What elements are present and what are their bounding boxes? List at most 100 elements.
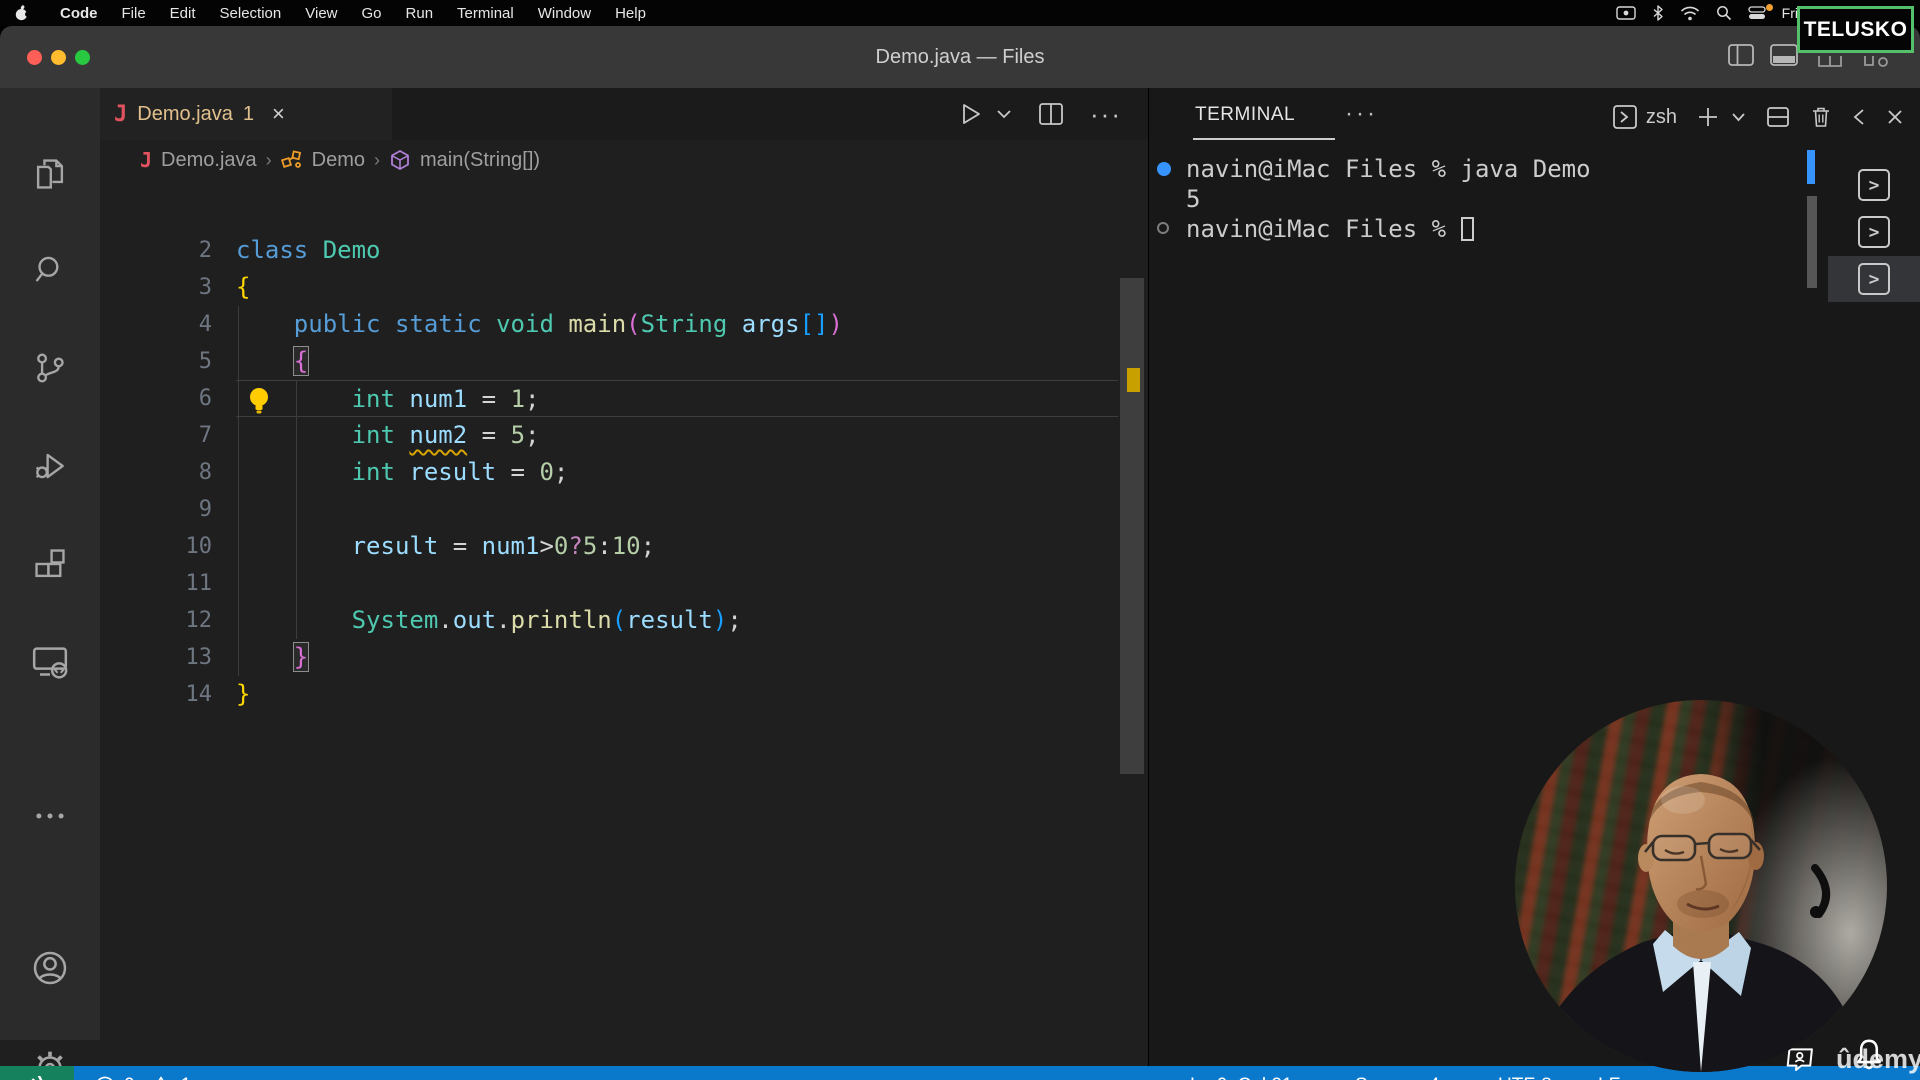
menu-item-help[interactable]: Help bbox=[603, 5, 658, 22]
line-number[interactable]: 6 bbox=[100, 380, 212, 417]
bluetooth-icon[interactable] bbox=[1652, 5, 1664, 21]
menu-item-run[interactable]: Run bbox=[394, 5, 446, 22]
code-line-9[interactable] bbox=[236, 491, 1118, 528]
menu-item-selection[interactable]: Selection bbox=[208, 5, 294, 22]
toggle-panel-icon[interactable] bbox=[1769, 43, 1799, 67]
editor-more-actions-icon[interactable]: ··· bbox=[1090, 99, 1122, 130]
lightbulb-icon[interactable] bbox=[246, 386, 272, 421]
code-lines[interactable]: class Demo{ public static void main(Stri… bbox=[236, 232, 1118, 713]
split-terminal-icon[interactable] bbox=[1766, 105, 1790, 129]
customize-layout-icon[interactable] bbox=[1817, 56, 1843, 68]
editor-scrollbar[interactable] bbox=[1120, 278, 1144, 774]
tab-close-icon[interactable]: × bbox=[272, 101, 285, 127]
menu-item-edit[interactable]: Edit bbox=[158, 5, 208, 22]
problems-status[interactable]: 0 1 bbox=[94, 1066, 191, 1080]
breadcrumb-class[interactable]: Demo bbox=[312, 149, 365, 172]
line-number[interactable]: 14 bbox=[100, 676, 213, 713]
terminal-line-1[interactable]: navin@iMac Files % java Demo bbox=[1149, 154, 1820, 184]
kill-terminal-trash-icon[interactable] bbox=[1810, 105, 1832, 129]
code-line-3[interactable]: { bbox=[236, 269, 1118, 306]
terminal-lines[interactable]: navin@iMac Files % java Demo 5 navin@iMac … bbox=[1149, 154, 1820, 244]
breadcrumb-file[interactable]: Demo.java bbox=[161, 149, 257, 172]
breadcrumb-method[interactable]: main(String[]) bbox=[420, 149, 540, 172]
code-line-6[interactable]: int num1 = 1; bbox=[236, 380, 1118, 417]
titlebar[interactable]: Demo.java — Files bbox=[0, 26, 1920, 88]
extensions-icon[interactable] bbox=[26, 540, 74, 588]
terminal-dropdown-chevron-icon[interactable] bbox=[1731, 112, 1746, 122]
code-line-2[interactable]: class Demo bbox=[236, 232, 1118, 269]
search-icon[interactable] bbox=[1716, 5, 1732, 21]
class-symbol-icon bbox=[280, 150, 301, 169]
menu-items: Code File Edit Selection View Go Run Terminal Wi… bbox=[48, 5, 658, 22]
close-panel-icon[interactable] bbox=[1886, 108, 1904, 126]
terminal-title[interactable]: TERMINAL bbox=[1195, 104, 1295, 126]
line-number[interactable]: 12 bbox=[100, 602, 213, 639]
code-line-8[interactable]: int result = 0; bbox=[236, 454, 1118, 491]
line-number[interactable]: 13 bbox=[100, 639, 213, 676]
line-number[interactable]: 7 bbox=[100, 417, 212, 454]
code-line-12[interactable]: System.out.println(result); bbox=[236, 602, 1118, 639]
menu-item-go[interactable]: Go bbox=[350, 5, 394, 22]
more-actions-icon[interactable] bbox=[26, 792, 74, 840]
run-and-debug-icon[interactable] bbox=[26, 442, 74, 490]
control-center-icon[interactable] bbox=[1748, 6, 1766, 20]
run-button[interactable] bbox=[960, 102, 982, 126]
run-dropdown-chevron-icon[interactable] bbox=[996, 109, 1012, 119]
explorer-icon[interactable] bbox=[26, 150, 74, 198]
line-number[interactable]: 10 bbox=[100, 528, 213, 565]
menu-item-window[interactable]: Window bbox=[526, 5, 603, 22]
screen-mirroring-icon[interactable] bbox=[1615, 6, 1636, 20]
cursor-position-status[interactable]: Ln 6, Col 21 bbox=[1190, 1066, 1292, 1080]
code-line-7[interactable]: int num2 = 5; bbox=[236, 417, 1118, 454]
terminal-text: navin@iMac Files % java Demo bbox=[1186, 155, 1591, 183]
menu-item-view[interactable]: View bbox=[293, 5, 349, 22]
terminal-tab-1[interactable]: > bbox=[1828, 162, 1920, 208]
code-line-5[interactable]: { bbox=[236, 343, 1118, 380]
terminal-tab-2[interactable]: > bbox=[1828, 209, 1920, 255]
line-number[interactable]: 9 bbox=[100, 491, 212, 528]
terminal-more-views-icon[interactable]: ··· bbox=[1345, 100, 1378, 128]
code-line-10[interactable]: result = num1>0?5:10; bbox=[236, 528, 1118, 565]
remote-indicator[interactable] bbox=[0, 1066, 74, 1080]
code-line-4[interactable]: public static void main(String args[]) bbox=[236, 306, 1118, 343]
warnings-count: 1 bbox=[181, 1075, 192, 1080]
gutter[interactable]: 2 3 4 5 6 7 8 9 10 11 12 13 14 bbox=[100, 232, 213, 713]
code-line-13[interactable]: } bbox=[236, 639, 1118, 676]
line-number[interactable]: 11 bbox=[100, 565, 213, 602]
menu-item-file[interactable]: File bbox=[110, 5, 158, 22]
breadcrumb-separator: › bbox=[265, 149, 272, 170]
account-icon[interactable] bbox=[26, 944, 74, 992]
terminal-text: navin@iMac Files % bbox=[1186, 215, 1461, 243]
remote-explorer-icon[interactable] bbox=[26, 638, 74, 686]
line-number[interactable]: 8 bbox=[100, 454, 212, 491]
code-editor[interactable]: 2 3 4 5 6 7 8 9 10 11 12 13 14 class Demo{ public st… bbox=[100, 180, 1148, 1066]
search-view-icon[interactable] bbox=[26, 246, 74, 294]
wifi-icon[interactable] bbox=[1680, 6, 1700, 21]
tab-demo-java[interactable]: J Demo.java 1 × bbox=[100, 88, 392, 140]
indentation-status[interactable]: Spaces: 4 bbox=[1355, 1066, 1440, 1080]
menu-item-terminal[interactable]: Terminal bbox=[445, 5, 526, 22]
remote-icon bbox=[31, 1076, 44, 1080]
more-layout-icon[interactable] bbox=[1863, 56, 1891, 68]
source-control-icon[interactable] bbox=[26, 344, 74, 392]
split-editor-icon[interactable] bbox=[1038, 102, 1064, 126]
code-line-14[interactable]: } bbox=[236, 676, 1118, 713]
terminal-tab-3[interactable]: > bbox=[1828, 256, 1920, 302]
code-line-11[interactable] bbox=[236, 565, 1118, 602]
terminal-line-3[interactable]: navin@iMac Files % bbox=[1149, 214, 1820, 244]
menu-item-code[interactable]: Code bbox=[48, 5, 110, 22]
errors-count: 0 bbox=[124, 1075, 135, 1080]
toggle-sidebar-icon[interactable] bbox=[1727, 43, 1755, 67]
command-success-decoration bbox=[1157, 162, 1171, 176]
line-number[interactable]: 4 bbox=[100, 306, 212, 343]
line-number[interactable]: 3 bbox=[100, 269, 212, 306]
line-number[interactable]: 2 bbox=[100, 232, 212, 269]
new-terminal-icon[interactable] bbox=[1697, 106, 1719, 128]
terminal-scrollbar[interactable] bbox=[1807, 196, 1817, 288]
menubar-clock[interactable]: Fri bbox=[1782, 5, 1798, 21]
apple-logo-icon[interactable] bbox=[14, 4, 30, 22]
line-number[interactable]: 5 bbox=[100, 343, 212, 380]
collapse-panel-chevron-icon[interactable] bbox=[1852, 107, 1866, 127]
shell-indicator[interactable]: zsh bbox=[1612, 104, 1677, 130]
terminal-line-2[interactable]: 5 bbox=[1149, 184, 1820, 214]
